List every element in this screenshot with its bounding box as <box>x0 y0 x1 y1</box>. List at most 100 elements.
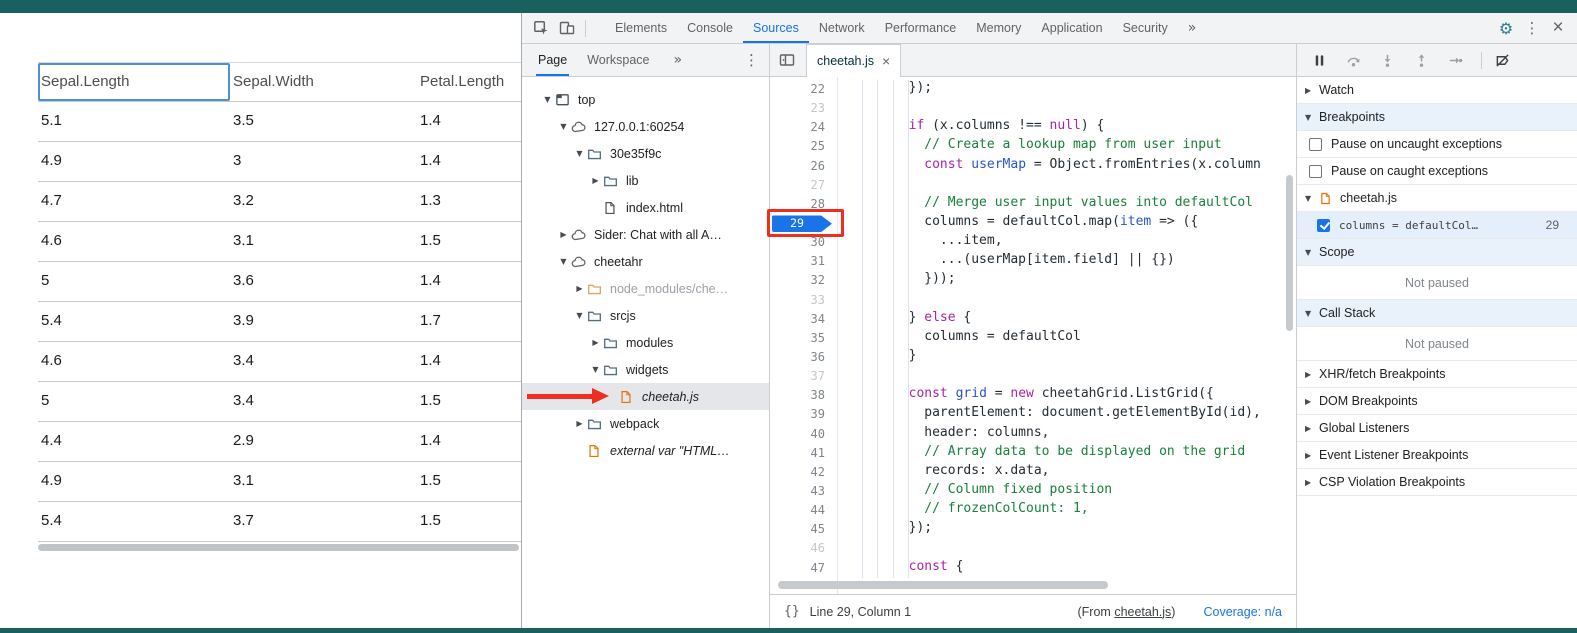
editor-horizontal-scrollbar[interactable] <box>778 581 1108 589</box>
tree-item-external-var-html[interactable]: external var "HTML… <box>522 437 769 464</box>
xhr-breakpoints-section-header[interactable]: ▶ XHR/fetch Breakpoints <box>1297 361 1577 388</box>
line-number[interactable]: 47 <box>770 559 837 578</box>
pretty-print-icon[interactable]: {} <box>784 604 800 619</box>
line-number[interactable]: 34 <box>770 310 837 329</box>
devtools-tab-console[interactable]: Console <box>677 13 743 43</box>
line-number[interactable]: 39 <box>770 405 837 424</box>
grid-cell[interactable]: 3.2 <box>230 182 417 221</box>
from-file-link[interactable]: cheetah.js <box>1114 605 1171 619</box>
expanded-arrow-icon[interactable]: ▼ <box>556 257 571 266</box>
grid-cell[interactable]: 3.9 <box>230 302 417 341</box>
line-number[interactable]: 32 <box>770 271 837 290</box>
line-number[interactable]: 40 <box>770 425 837 444</box>
call-stack-section-header[interactable]: ▼ Call Stack <box>1297 300 1577 327</box>
grid-cell[interactable]: 1.5 <box>417 382 521 421</box>
grid-cell[interactable]: 5 <box>38 382 230 421</box>
grid-cell[interactable]: 1.4 <box>417 102 521 141</box>
tree-item-webpack[interactable]: ▶webpack <box>522 410 769 437</box>
tree-item-top[interactable]: ▼top <box>522 86 769 113</box>
line-number[interactable]: 31 <box>770 252 837 271</box>
tree-item-modules[interactable]: ▶modules <box>522 329 769 356</box>
global-listeners-section-header[interactable]: ▶ Global Listeners <box>1297 415 1577 442</box>
grid-cell[interactable]: 5 <box>38 262 230 301</box>
grid-header-cell-petal-length[interactable]: Petal.Length <box>417 63 521 101</box>
line-number[interactable]: 44 <box>770 501 837 520</box>
grid-cell[interactable]: 3.4 <box>230 382 417 421</box>
grid-cell[interactable]: 1.4 <box>417 342 521 381</box>
devtools-tab-elements[interactable]: Elements <box>605 13 677 43</box>
breakpoint-entry[interactable]: columns = defaultCol… 29 <box>1297 212 1577 239</box>
grid-cell[interactable]: 1.4 <box>417 262 521 301</box>
breakpoint-checkbox[interactable] <box>1317 219 1330 232</box>
toggle-navigator-icon[interactable] <box>774 47 800 73</box>
devtools-tab-performance[interactable]: Performance <box>875 13 967 43</box>
devtools-tab-security[interactable]: Security <box>1113 13 1178 43</box>
expanded-arrow-icon[interactable]: ▼ <box>540 95 555 104</box>
pause-on-caught-row[interactable]: Pause on caught exceptions <box>1297 158 1577 185</box>
grid-cell[interactable]: 3 <box>230 142 417 181</box>
tree-item-30e35f9c[interactable]: ▼30e35f9c <box>522 140 769 167</box>
grid-cell[interactable]: 3.1 <box>230 222 417 261</box>
line-number[interactable]: 23 <box>770 99 837 118</box>
grid-cell[interactable]: 1.7 <box>417 302 521 341</box>
grid-cell[interactable]: 4.7 <box>38 182 230 221</box>
line-number[interactable]: 38 <box>770 386 837 405</box>
line-number[interactable]: 36 <box>770 348 837 367</box>
device-toolbar-icon[interactable] <box>554 15 580 41</box>
pause-on-uncaught-row[interactable]: Pause on uncaught exceptions <box>1297 131 1577 158</box>
pause-on-uncaught-checkbox[interactable] <box>1309 138 1322 151</box>
navigator-tab-page[interactable]: Page <box>536 44 569 76</box>
step-into-icon[interactable] <box>1377 50 1397 70</box>
expanded-arrow-icon[interactable]: ▼ <box>572 311 587 320</box>
tree-item-srcjs[interactable]: ▼srcjs <box>522 302 769 329</box>
csp-violation-breakpoints-section-header[interactable]: ▶ CSP Violation Breakpoints <box>1297 469 1577 496</box>
breakpoint-file-group[interactable]: ▼ cheetah.js <box>1297 185 1577 212</box>
grid-cell[interactable]: 4.9 <box>38 142 230 181</box>
grid-cell[interactable]: 3.1 <box>230 462 417 501</box>
line-number[interactable]: 24 <box>770 118 837 137</box>
tree-item-127-0-0-1-60254[interactable]: ▼127.0.0.1:60254 <box>522 113 769 140</box>
line-number[interactable]: 42 <box>770 463 837 482</box>
collapsed-arrow-icon[interactable]: ▶ <box>572 284 587 293</box>
grid-cell[interactable]: 1.3 <box>417 182 521 221</box>
grid-header-cell-sepal-width[interactable]: Sepal.Width <box>230 63 417 101</box>
tree-item-lib[interactable]: ▶lib <box>522 167 769 194</box>
more-tabs-button[interactable]: » <box>1178 20 1207 36</box>
devtools-tab-application[interactable]: Application <box>1031 13 1112 43</box>
settings-gear-icon[interactable]: ⚙ <box>1493 15 1519 41</box>
navigator-more-tabs[interactable]: » <box>668 52 689 68</box>
grid-cell[interactable]: 3.6 <box>230 262 417 301</box>
line-number-gutter[interactable]: 2223242526272829303132333435363738394041… <box>770 77 838 594</box>
grid-header-cell-sepal-length[interactable]: Sepal.Length <box>38 63 230 101</box>
devtools-close-icon[interactable]: × <box>1545 15 1571 41</box>
grid-cell[interactable]: 5.1 <box>38 102 230 141</box>
collapsed-arrow-icon[interactable]: ▶ <box>556 230 571 239</box>
expanded-arrow-icon[interactable]: ▼ <box>572 149 587 158</box>
tab-close-icon[interactable]: × <box>882 53 890 69</box>
dom-breakpoints-section-header[interactable]: ▶ DOM Breakpoints <box>1297 388 1577 415</box>
line-number[interactable]: 25 <box>770 137 837 156</box>
deactivate-breakpoints-icon[interactable] <box>1492 50 1512 70</box>
page-horizontal-scrollbar[interactable] <box>38 544 519 551</box>
expanded-arrow-icon[interactable]: ▼ <box>588 365 603 374</box>
data-grid[interactable]: Sepal.LengthSepal.WidthPetal.Length 5.13… <box>38 62 521 542</box>
grid-cell[interactable]: 2.9 <box>230 422 417 461</box>
navigator-tab-workspace[interactable]: Workspace <box>585 44 651 76</box>
grid-cell[interactable]: 1.5 <box>417 502 521 541</box>
event-listener-breakpoints-section-header[interactable]: ▶ Event Listener Breakpoints <box>1297 442 1577 469</box>
line-number[interactable]: 26 <box>770 157 837 176</box>
grid-cell[interactable]: 1.4 <box>417 142 521 181</box>
devtools-menu-icon[interactable]: ⋮ <box>1519 15 1545 41</box>
grid-cell[interactable]: 4.6 <box>38 222 230 261</box>
devtools-tab-sources[interactable]: Sources <box>743 13 809 43</box>
grid-cell[interactable]: 4.4 <box>38 422 230 461</box>
tree-item-index-html[interactable]: index.html <box>522 194 769 221</box>
step-icon[interactable] <box>1445 50 1465 70</box>
devtools-tab-memory[interactable]: Memory <box>966 13 1031 43</box>
collapsed-arrow-icon[interactable]: ▶ <box>588 176 603 185</box>
inspect-element-icon[interactable] <box>528 15 554 41</box>
tree-item-sider-chat-with-all-a[interactable]: ▶Sider: Chat with all A… <box>522 221 769 248</box>
line-number[interactable]: 22 <box>770 80 837 99</box>
devtools-tab-network[interactable]: Network <box>809 13 875 43</box>
grid-cell[interactable]: 5.4 <box>38 502 230 541</box>
